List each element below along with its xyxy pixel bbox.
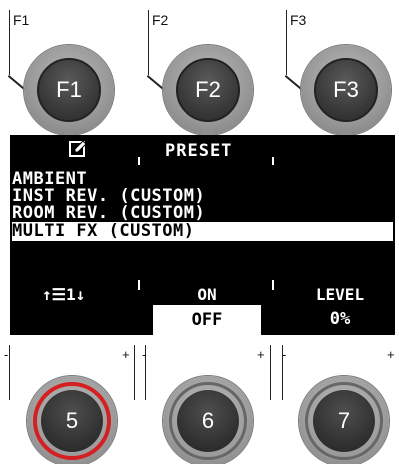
f1-label: F1: [13, 12, 30, 28]
softkey-divider: [272, 280, 274, 290]
knob6-bracket-right: [270, 345, 271, 400]
lcd-screen: PRESET AMBIENT INST REV. (CUSTOM) ROOM R…: [10, 135, 395, 335]
knob5-bracket-right: [134, 345, 135, 400]
toggle-on-option[interactable]: ON: [153, 285, 261, 304]
knob5-bracket-left: [9, 345, 10, 400]
f1-button[interactable]: F1: [24, 45, 114, 135]
f2-label: F2: [152, 12, 169, 28]
knob7-plus: +: [387, 347, 395, 362]
header-title: PRESET: [165, 141, 233, 161]
knob6-bracket-left: [145, 345, 146, 400]
softkey-separator: [10, 278, 395, 280]
nav-softkey[interactable]: ↑☰1↓: [22, 285, 152, 304]
f2-button-label: F2: [176, 58, 240, 122]
level-label: LEVEL: [315, 285, 365, 304]
f2-bracket: [148, 10, 149, 75]
knob5-number: 5: [41, 390, 103, 452]
f3-button-label: F3: [314, 58, 378, 122]
knob-5[interactable]: 5: [27, 376, 117, 464]
f3-button[interactable]: F3: [301, 45, 391, 135]
edit-icon[interactable]: [68, 139, 88, 159]
list-item-multi-fx[interactable]: MULTI FX (CUSTOM): [12, 222, 393, 241]
f1-bracket: [9, 10, 10, 75]
header-divider: [272, 157, 274, 165]
knob-6[interactable]: 6: [163, 376, 253, 464]
f2-button[interactable]: F2: [163, 45, 253, 135]
knob6-number: 6: [177, 390, 239, 452]
f3-bracket: [286, 10, 287, 75]
knob-7[interactable]: 7: [299, 376, 389, 464]
knob5-plus: +: [122, 347, 130, 362]
level-value: 0%: [329, 309, 351, 329]
f1-button-label: F1: [37, 58, 101, 122]
screen-header: PRESET: [10, 135, 395, 169]
header-divider: [138, 157, 140, 165]
knob7-bracket-left: [282, 345, 283, 400]
knob6-plus: +: [257, 347, 265, 362]
knob5-minus: -: [4, 347, 9, 362]
knob7-number: 7: [313, 390, 375, 452]
f3-label: F3: [290, 12, 307, 28]
device-panel: F1 F2 F3 F1 F2 F3 PRESET AMBIENT INST RE…: [0, 0, 399, 464]
toggle-off-option[interactable]: OFF: [153, 305, 261, 335]
